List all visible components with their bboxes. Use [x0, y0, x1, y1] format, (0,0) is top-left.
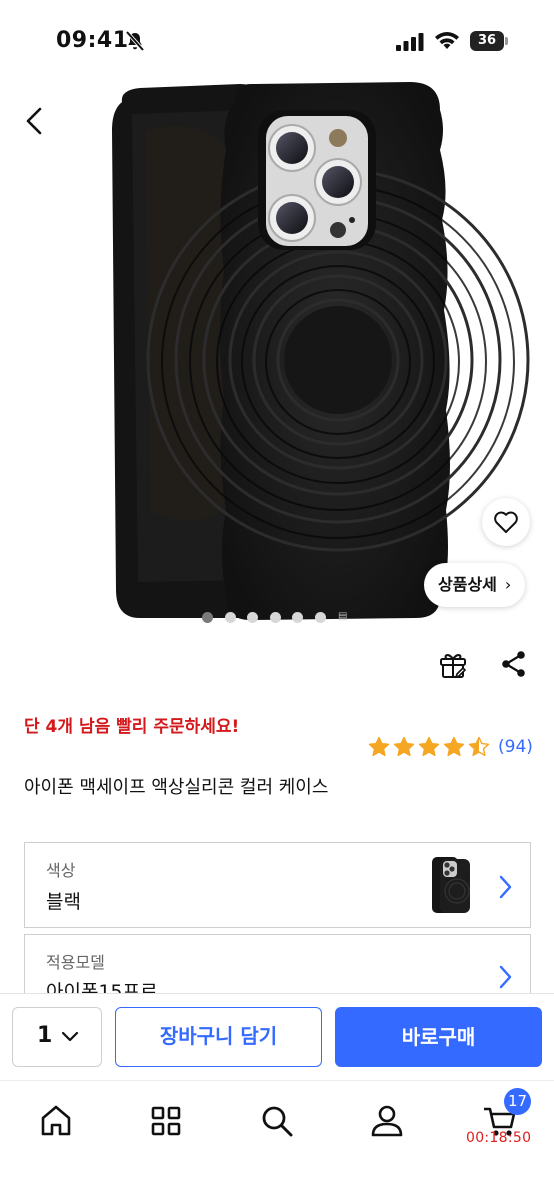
- pager-dot[interactable]: [292, 612, 303, 623]
- product-image[interactable]: [0, 70, 554, 640]
- back-button[interactable]: [18, 104, 52, 138]
- star-icon: [368, 736, 390, 757]
- my-page-icon[interactable]: [367, 1101, 407, 1141]
- pager-dot[interactable]: [224, 612, 236, 623]
- chevron-right-icon: [499, 965, 512, 989]
- cart-timer: 00:18:50: [466, 1130, 532, 1146]
- gift-icon[interactable]: [438, 648, 468, 680]
- product-title: 아이폰 맥세이프 액상실리콘 컬러 케이스: [24, 777, 329, 798]
- star-icon: [443, 736, 465, 757]
- option-thumbnail: [432, 857, 470, 913]
- product-detail-label: 상품상세: [438, 575, 497, 594]
- chevron-right-icon: ›: [504, 575, 512, 594]
- quantity-value: 1: [37, 1023, 53, 1048]
- star-icon: [418, 736, 440, 757]
- add-to-cart-button[interactable]: 장바구니 담기: [115, 1007, 322, 1067]
- rating-count[interactable]: (94): [498, 737, 533, 757]
- share-icon[interactable]: [500, 650, 528, 678]
- purchase-bar: 1 장바구니 담기 바로구매: [0, 993, 554, 1079]
- chevron-right-icon: [499, 875, 512, 899]
- status-bar: 09:41 36: [0, 0, 554, 80]
- wishlist-button[interactable]: [482, 498, 530, 546]
- bell-muted-icon: [125, 30, 145, 52]
- wifi-icon: [435, 32, 459, 49]
- star-icon: [468, 736, 490, 757]
- battery-indicator: 36: [470, 31, 508, 51]
- pager-dot[interactable]: [269, 612, 281, 623]
- signal-icon: [396, 33, 424, 51]
- quantity-select[interactable]: 1: [12, 1007, 102, 1067]
- search-icon[interactable]: [257, 1101, 297, 1141]
- pager-dot[interactable]: [247, 612, 258, 623]
- option-color-select[interactable]: 색상 블랙: [24, 842, 531, 928]
- home-icon[interactable]: [36, 1101, 76, 1141]
- battery-level: 36: [470, 31, 504, 51]
- pager-more-icon[interactable]: ▤: [338, 611, 347, 622]
- heart-icon: [494, 511, 518, 533]
- cart-badge: 17: [504, 1088, 531, 1115]
- pager-dot[interactable]: [202, 612, 213, 623]
- chevron-down-icon: [61, 1031, 79, 1042]
- stock-alert: 단 4개 남음 빨리 주문하세요!: [24, 717, 240, 737]
- category-icon[interactable]: [146, 1101, 186, 1141]
- option-value: 블랙: [46, 891, 81, 913]
- pager-dot[interactable]: [314, 612, 326, 623]
- buy-now-button[interactable]: 바로구매: [335, 1007, 542, 1067]
- option-label: 적용모델: [46, 953, 105, 972]
- star-icon: [393, 736, 415, 757]
- status-time: 09:41: [56, 28, 129, 53]
- option-label: 색상: [46, 861, 76, 880]
- product-detail-button[interactable]: 상품상세 ›: [424, 563, 526, 607]
